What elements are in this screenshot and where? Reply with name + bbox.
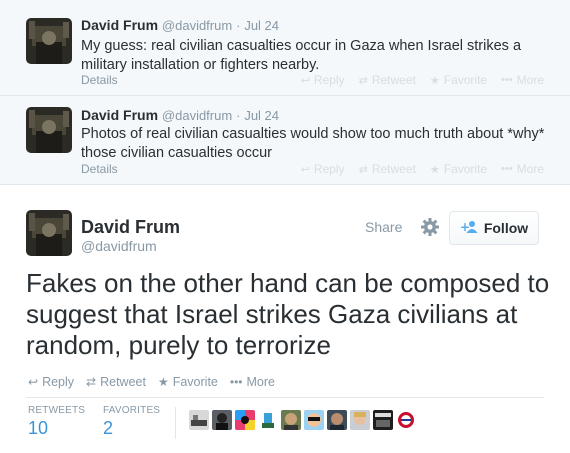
reply-tweet: David Frum @davidfrum · Jul 24 Photos of… [0, 96, 570, 185]
details-link[interactable]: Details [81, 73, 118, 87]
favorite-label: Favorite [443, 162, 488, 176]
tweet-text: Photos of real civilian casualties would… [81, 126, 545, 161]
avatar[interactable] [26, 18, 72, 64]
reply-label: Reply [313, 73, 345, 87]
favorites-stat[interactable]: FAVORITES 2 [103, 405, 160, 439]
favorites-label: FAVORITES [103, 405, 161, 416]
retweet-icon: ⇄ [358, 74, 368, 87]
favorite-label: Favorite [172, 375, 218, 389]
more-label: More [246, 375, 275, 389]
author-handle[interactable]: @davidfrum [162, 108, 232, 123]
avatar[interactable] [350, 410, 370, 430]
separator: · [236, 18, 241, 33]
avatar[interactable] [26, 210, 72, 256]
more-button[interactable]: ••• More [230, 375, 275, 389]
divider [26, 397, 544, 398]
retweet-icon: ⇄ [358, 163, 368, 176]
tweet-text: My guess: real civilian casualties occur… [81, 38, 522, 73]
reply-button[interactable]: ↩ Reply [301, 73, 345, 87]
add-person-icon: + [460, 220, 478, 237]
tweet-date[interactable]: Jul 24 [244, 108, 279, 123]
retweet-button[interactable]: ⇄ Retweet [359, 162, 416, 176]
favorite-label: Favorite [443, 73, 488, 87]
reply-tweet: David Frum @davidfrum · Jul 24 My guess:… [0, 0, 570, 96]
tweet-actions: ↩ Reply ⇄ Retweet ★ Favorite ••• More [28, 375, 275, 389]
more-label: More [516, 162, 544, 176]
retweeter-avatars [189, 410, 416, 430]
share-button[interactable]: Share [365, 219, 402, 235]
reply-label: Reply [42, 375, 75, 389]
ellipsis-icon: ••• [229, 375, 243, 389]
author-handle[interactable]: @davidfrum [162, 18, 232, 33]
avatar[interactable] [235, 410, 255, 430]
reply-icon: ↩ [300, 74, 310, 87]
author-name[interactable]: David Frum [81, 17, 158, 33]
ellipsis-icon: ••• [501, 163, 513, 175]
retweets-label: RETWEETS [28, 405, 86, 416]
avatar[interactable] [212, 410, 232, 430]
follow-button[interactable]: + Follow [449, 211, 539, 245]
star-icon: ★ [429, 74, 440, 87]
retweet-button[interactable]: ⇄ Retweet [86, 375, 146, 389]
favorites-count: 2 [103, 418, 114, 438]
author-name[interactable]: David Frum [81, 107, 158, 123]
tweet-header: David Frum @davidfrum · Jul 24 [81, 17, 279, 33]
avatar[interactable] [258, 410, 278, 430]
star-icon: ★ [429, 163, 440, 176]
retweet-label: Retweet [371, 73, 416, 87]
more-label: More [516, 73, 544, 87]
follow-label: Follow [483, 220, 529, 236]
reply-label: Reply [313, 162, 345, 176]
favorite-button[interactable]: ★ Favorite [158, 375, 218, 389]
retweet-label: Retweet [100, 375, 146, 389]
avatar[interactable] [281, 410, 301, 430]
gear-icon[interactable] [420, 217, 440, 237]
retweets-count: 10 [28, 418, 49, 438]
retweet-icon: ⇄ [86, 375, 97, 389]
avatar[interactable] [373, 410, 393, 430]
author-name[interactable]: David Frum [81, 217, 180, 238]
reply-icon: ↩ [300, 163, 310, 176]
stat-divider [175, 407, 176, 439]
separator: · [236, 108, 241, 123]
retweets-stat[interactable]: RETWEETS 10 [28, 405, 85, 439]
author-handle[interactable]: @davidfrum [81, 238, 157, 254]
reply-button[interactable]: ↩ Reply [28, 375, 74, 389]
details-link[interactable]: Details [81, 162, 118, 176]
tweet-actions: ↩ Reply ⇄ Retweet ★ Favorite ••• More [301, 162, 544, 176]
avatar[interactable] [327, 410, 347, 430]
star-icon: ★ [157, 375, 169, 389]
ellipsis-icon: ••• [501, 74, 513, 86]
tweet-actions: ↩ Reply ⇄ Retweet ★ Favorite ••• More [301, 73, 544, 87]
tweet-header: David Frum @davidfrum · Jul 24 [81, 107, 279, 123]
main-tweet: David Frum @davidfrum Share + Follow Fak… [0, 185, 570, 453]
more-button[interactable]: ••• More [501, 73, 544, 87]
favorite-button[interactable]: ★ Favorite [430, 162, 487, 176]
avatar[interactable] [304, 410, 324, 430]
reply-button[interactable]: ↩ Reply [301, 162, 345, 176]
avatar[interactable] [26, 107, 72, 153]
retweet-label: Retweet [371, 162, 416, 176]
avatar[interactable] [396, 410, 416, 430]
favorite-button[interactable]: ★ Favorite [430, 73, 487, 87]
tweet-date[interactable]: Jul 24 [244, 18, 279, 33]
retweet-button[interactable]: ⇄ Retweet [359, 73, 416, 87]
more-button[interactable]: ••• More [501, 162, 544, 176]
tweet-text: Fakes on the other hand can be composed … [26, 268, 550, 360]
avatar[interactable] [189, 410, 209, 430]
reply-icon: ↩ [28, 375, 39, 389]
